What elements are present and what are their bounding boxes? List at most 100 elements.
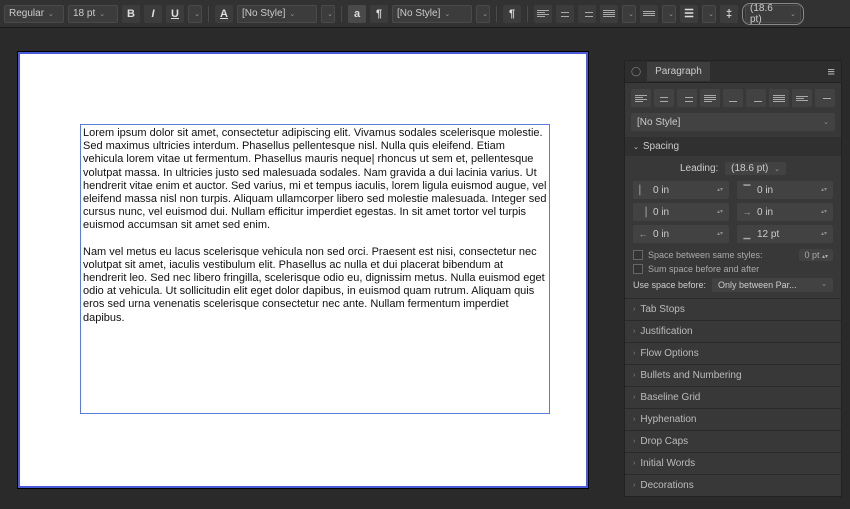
tab-stops-section[interactable]: ›Tab Stops: [625, 298, 841, 320]
chevron-down-icon: ⌄: [327, 10, 333, 18]
leading-dropdown[interactable]: (18.6 pt) ⌄: [745, 5, 801, 23]
list-button[interactable]: ☰: [680, 5, 698, 23]
stepper-icon[interactable]: ▴▾: [821, 188, 829, 193]
separator: [208, 6, 209, 22]
para-style-more[interactable]: ⌄: [476, 5, 490, 23]
para-style-dropdown[interactable]: [No Style] ⌄: [392, 5, 472, 23]
stepper-icon[interactable]: ▴▾: [717, 210, 725, 215]
font-size-value: 18 pt: [73, 8, 95, 19]
panel-justify-right[interactable]: [746, 89, 766, 107]
caret-down-icon: ⌄: [633, 143, 639, 151]
caret-right-icon: ›: [633, 438, 635, 445]
para-style-value: [No Style]: [397, 8, 440, 19]
char-style-icon[interactable]: A: [215, 5, 233, 23]
flow-options-section[interactable]: ›Flow Options: [625, 342, 841, 364]
caret-right-icon: ›: [633, 416, 635, 423]
underline-button[interactable]: U: [166, 5, 184, 23]
caret-right-icon: ›: [633, 482, 635, 489]
space-before-field[interactable]: ▔0 in▴▾: [737, 181, 833, 199]
panel-align-row: [631, 89, 835, 107]
panel-align-left[interactable]: [631, 89, 651, 107]
document-page[interactable]: Lorem ipsum dolor sit amet, consectetur …: [18, 52, 588, 488]
panel-justify-center[interactable]: [723, 89, 743, 107]
stepper-icon[interactable]: ▴▾: [717, 188, 725, 193]
baseline-grid-section[interactable]: ›Baseline Grid: [625, 386, 841, 408]
char-style-dropdown[interactable]: [No Style] ⌄: [237, 5, 317, 23]
same-styles-checkbox[interactable]: [633, 250, 643, 260]
use-space-label: Use space before:: [633, 280, 706, 290]
right-indent-icon: ▕: [637, 207, 649, 218]
panel-align-right[interactable]: [677, 89, 697, 107]
font-weight-dropdown[interactable]: Regular ⌄: [4, 5, 64, 23]
text-frame[interactable]: Lorem ipsum dolor sit amet, consectetur …: [80, 124, 550, 414]
last-line-icon: ←: [637, 229, 649, 239]
chevron-down-icon: ⌄: [444, 10, 450, 18]
separator: [496, 6, 497, 22]
leading-label: Leading:: [680, 163, 718, 174]
align-justify-button[interactable]: [600, 5, 618, 23]
more-text-dropdown[interactable]: ⌄: [188, 5, 202, 23]
caret-right-icon: ›: [633, 460, 635, 467]
close-icon[interactable]: ◯: [631, 66, 641, 77]
panel-align-towards[interactable]: [792, 89, 812, 107]
chevron-down-icon: ⌄: [708, 10, 714, 18]
first-line-field[interactable]: →0 in▴▾: [737, 203, 833, 221]
right-indent-field[interactable]: ▕0 in▴▾: [633, 203, 729, 221]
leading-highlight: (18.6 pt) ⌄: [742, 3, 804, 25]
font-size-dropdown[interactable]: 18 pt ⌄: [68, 5, 118, 23]
bullets-section[interactable]: ›Bullets and Numbering: [625, 364, 841, 386]
caret-right-icon: ›: [633, 328, 635, 335]
panel-menu-icon[interactable]: ≡: [827, 64, 835, 79]
chevron-down-icon: ⌄: [99, 10, 105, 18]
spacing-section-header[interactable]: ⌄ Spacing: [625, 137, 841, 156]
vert-align-more[interactable]: ⌄: [662, 5, 676, 23]
pilcrow-icon[interactable]: ¶: [370, 5, 388, 23]
chevron-down-icon: ⌄: [48, 10, 54, 18]
list-more[interactable]: ⌄: [702, 5, 716, 23]
sum-space-label: Sum space before and after: [648, 264, 759, 274]
justification-section[interactable]: ›Justification: [625, 320, 841, 342]
initial-words-section[interactable]: ›Initial Words: [625, 452, 841, 474]
para-style-icon[interactable]: a: [348, 5, 366, 23]
left-indent-field[interactable]: ▏0 in▴▾: [633, 181, 729, 199]
panel-align-away[interactable]: [815, 89, 835, 107]
align-right-button[interactable]: [578, 5, 596, 23]
stepper-icon[interactable]: ▴▾: [821, 210, 829, 215]
space-after-field[interactable]: ▁12 pt▴▾: [737, 225, 833, 243]
decorations-section[interactable]: ›Decorations: [625, 474, 841, 496]
panel-justify-left[interactable]: [700, 89, 720, 107]
panel-justify-all[interactable]: [769, 89, 789, 107]
align-left-button[interactable]: [534, 5, 552, 23]
first-line-icon: →: [741, 207, 753, 217]
panel-leading-dropdown[interactable]: (18.6 pt) ⌄: [725, 162, 786, 175]
leading-value: (18.6 pt): [750, 3, 786, 25]
last-line-field[interactable]: ←0 in▴▾: [633, 225, 729, 243]
align-more[interactable]: ⌄: [622, 5, 636, 23]
space-after-icon: ▁: [741, 229, 753, 240]
text-content[interactable]: Lorem ipsum dolor sit amet, consectetur …: [81, 125, 549, 340]
sum-space-checkbox[interactable]: [633, 264, 643, 274]
same-styles-label: Space between same styles:: [648, 250, 763, 260]
hyphenation-section[interactable]: ›Hyphenation: [625, 408, 841, 430]
show-invisibles-button[interactable]: ¶: [503, 5, 521, 23]
char-style-more[interactable]: ⌄: [321, 5, 335, 23]
vert-align-button[interactable]: [640, 5, 658, 23]
spacing-section: Leading: (18.6 pt) ⌄ ▏0 in▴▾ ▔0 in▴▾ ▕0 …: [625, 156, 841, 298]
paragraph-1: Lorem ipsum dolor sit amet, consectetur …: [83, 127, 547, 233]
char-style-value: [No Style]: [242, 8, 285, 19]
same-styles-value[interactable]: 0 pt ▴▾: [799, 249, 833, 261]
italic-button[interactable]: I: [144, 5, 162, 23]
panel-style-dropdown[interactable]: [No Style] ⌄: [631, 113, 835, 131]
panel-tab[interactable]: Paragraph: [647, 62, 710, 81]
paragraph-panel: ◯ Paragraph ≡ [No Style] ⌄ ⌄ Spacing Lea…: [624, 60, 842, 497]
same-styles-row: Space between same styles: 0 pt ▴▾: [633, 249, 833, 261]
bold-button[interactable]: B: [122, 5, 140, 23]
drop-caps-section[interactable]: ›Drop Caps: [625, 430, 841, 452]
panel-align-center[interactable]: [654, 89, 674, 107]
align-center-button[interactable]: [556, 5, 574, 23]
use-space-dropdown[interactable]: Only between Par... ⌄: [712, 278, 833, 292]
stepper-icon[interactable]: ▴▾: [717, 232, 725, 237]
stepper-icon[interactable]: ▴▾: [821, 232, 829, 237]
leading-icon[interactable]: ‡: [720, 5, 738, 23]
chevron-down-icon: ⌄: [628, 10, 634, 18]
